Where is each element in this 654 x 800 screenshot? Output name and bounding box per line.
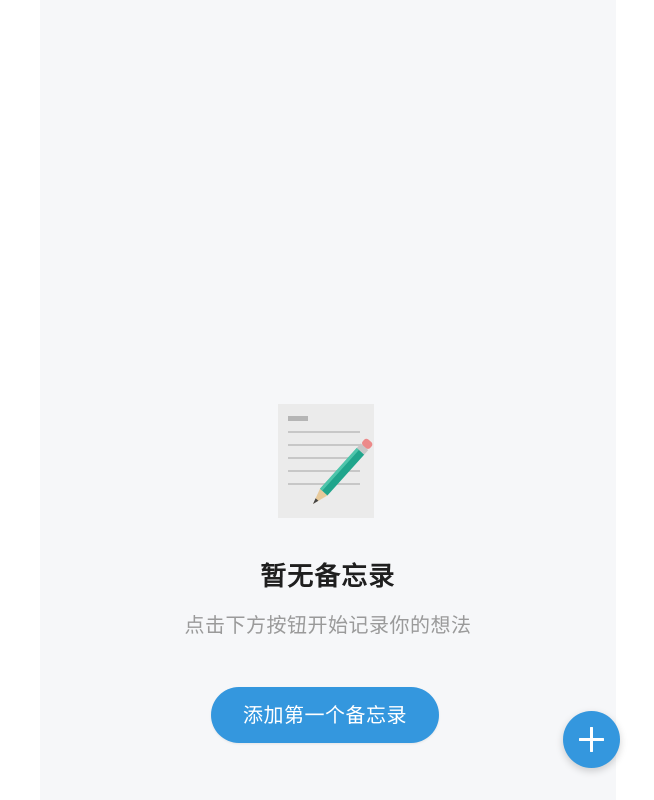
memo-list-panel: 暂无备忘录 点击下方按钮开始记录你的想法 添加第一个备忘录 (40, 0, 620, 800)
plus-icon (579, 727, 604, 752)
add-first-memo-button[interactable]: 添加第一个备忘录 (211, 687, 439, 743)
empty-state-title: 暂无备忘录 (260, 562, 396, 592)
app-screen: 暂无备忘录 点击下方按钮开始记录你的想法 添加第一个备忘录 (0, 0, 654, 800)
floating-add-button[interactable] (563, 711, 620, 768)
empty-state: 暂无备忘录 点击下方按钮开始记录你的想法 (40, 404, 616, 638)
notepad-pencil-icon (278, 404, 374, 518)
empty-state-subtitle: 点击下方按钮开始记录你的想法 (184, 613, 472, 637)
